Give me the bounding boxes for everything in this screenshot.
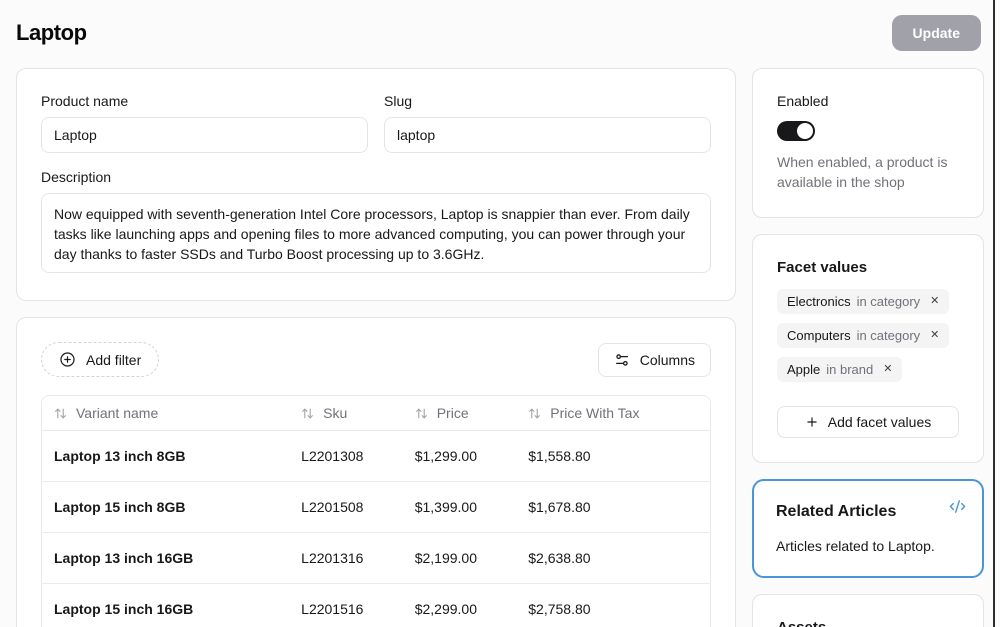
price-with-tax-cell: $2,638.80 bbox=[516, 533, 710, 584]
slug-input[interactable] bbox=[384, 117, 711, 153]
remove-facet-icon[interactable]: ✕ bbox=[883, 364, 892, 375]
sort-header-sku[interactable]: Sku bbox=[301, 405, 391, 421]
product-form-card: Product name Slug Description Now equipp… bbox=[16, 68, 736, 301]
sort-icon bbox=[54, 407, 67, 420]
sidebar: Enabled When enabled, a product is avail… bbox=[752, 68, 984, 627]
facet-chip: Apple in brand ✕ bbox=[777, 357, 902, 382]
product-detail-page: Laptop Update Product name Slug Descript… bbox=[0, 0, 1000, 627]
related-articles-card[interactable]: Related Articles Articles related to Lap… bbox=[752, 479, 984, 578]
facet-values-title: Facet values bbox=[777, 259, 959, 276]
variant-name-cell: Laptop 13 inch 16GB bbox=[42, 533, 289, 584]
sku-cell: L2201308 bbox=[289, 431, 403, 482]
assets-title: Assets bbox=[777, 619, 959, 627]
product-name-input[interactable] bbox=[41, 117, 368, 153]
content-layout: Product name Slug Description Now equipp… bbox=[0, 52, 1000, 627]
enabled-title: Enabled bbox=[777, 93, 959, 109]
slug-label: Slug bbox=[384, 93, 711, 109]
facet-chip-facet: in brand bbox=[826, 362, 873, 377]
variant-name-cell: Laptop 13 inch 8GB bbox=[42, 431, 289, 482]
sort-header-variant-name[interactable]: Variant name bbox=[54, 405, 277, 421]
table-row[interactable]: Laptop 15 inch 16GB L2201516 $2,299.00 $… bbox=[42, 584, 710, 627]
enabled-description: When enabled, a product is available in … bbox=[777, 153, 959, 193]
scrollbar[interactable] bbox=[993, 0, 995, 627]
columns-button[interactable]: Columns bbox=[598, 343, 711, 377]
facet-chip: Electronics in category ✕ bbox=[777, 289, 949, 314]
table-row[interactable]: Laptop 15 inch 8GB L2201508 $1,399.00 $1… bbox=[42, 482, 710, 533]
columns-label: Columns bbox=[640, 352, 695, 368]
enabled-toggle[interactable] bbox=[777, 121, 815, 141]
sku-cell: L2201316 bbox=[289, 533, 403, 584]
product-name-label: Product name bbox=[41, 93, 368, 109]
price-with-tax-cell: $1,558.80 bbox=[516, 431, 710, 482]
remove-facet-icon[interactable]: ✕ bbox=[930, 330, 939, 341]
table-row[interactable]: Laptop 13 inch 16GB L2201316 $2,199.00 $… bbox=[42, 533, 710, 584]
description-input[interactable]: Now equipped with seventh-generation Int… bbox=[41, 193, 711, 273]
variants-card: Add filter Columns Variant name bbox=[16, 317, 736, 627]
code-icon bbox=[949, 498, 966, 515]
table-header-row: Variant name Sku Price Price With Tax bbox=[42, 396, 710, 431]
slug-field: Slug bbox=[384, 93, 711, 153]
columns-settings-icon bbox=[614, 352, 630, 368]
description-label: Description bbox=[41, 169, 711, 185]
variants-toolbar: Add filter Columns bbox=[41, 342, 711, 377]
sort-header-price[interactable]: Price bbox=[415, 405, 505, 421]
add-filter-button[interactable]: Add filter bbox=[41, 342, 159, 377]
variant-name-cell: Laptop 15 inch 8GB bbox=[42, 482, 289, 533]
toggle-knob bbox=[797, 123, 813, 139]
facet-values-card: Facet values Electronics in category ✕ C… bbox=[752, 234, 984, 463]
add-facet-values-label: Add facet values bbox=[828, 414, 932, 430]
facet-chip-value: Computers bbox=[787, 328, 851, 343]
facet-chip-facet: in category bbox=[857, 294, 921, 309]
update-button[interactable]: Update bbox=[892, 15, 981, 51]
enabled-card: Enabled When enabled, a product is avail… bbox=[752, 68, 984, 218]
add-facet-values-button[interactable]: Add facet values bbox=[777, 406, 959, 438]
assets-card: Assets bbox=[752, 594, 984, 627]
sku-cell: L2201508 bbox=[289, 482, 403, 533]
price-cell: $1,399.00 bbox=[403, 482, 517, 533]
add-filter-label: Add filter bbox=[86, 352, 141, 368]
facet-chip-facet: in category bbox=[857, 328, 921, 343]
description-field: Description Now equipped with seventh-ge… bbox=[41, 169, 711, 276]
price-with-tax-cell: $2,758.80 bbox=[516, 584, 710, 627]
remove-facet-icon[interactable]: ✕ bbox=[930, 296, 939, 307]
name-slug-row: Product name Slug bbox=[41, 93, 711, 153]
facet-chip-list: Electronics in category ✕ Computers in c… bbox=[777, 289, 959, 391]
variants-table: Variant name Sku Price Price With Tax La… bbox=[41, 395, 711, 627]
table-row[interactable]: Laptop 13 inch 8GB L2201308 $1,299.00 $1… bbox=[42, 431, 710, 482]
related-articles-title: Related Articles bbox=[776, 503, 960, 521]
plus-icon bbox=[805, 415, 819, 429]
sort-header-price-with-tax[interactable]: Price With Tax bbox=[528, 405, 698, 421]
sort-icon bbox=[415, 407, 428, 420]
price-cell: $2,199.00 bbox=[403, 533, 517, 584]
topbar: Laptop Update bbox=[0, 0, 1000, 52]
facet-chip: Computers in category ✕ bbox=[777, 323, 949, 348]
price-cell: $1,299.00 bbox=[403, 431, 517, 482]
sku-cell: L2201516 bbox=[289, 584, 403, 627]
price-cell: $2,299.00 bbox=[403, 584, 517, 627]
product-name-field: Product name bbox=[41, 93, 368, 153]
sort-icon bbox=[301, 407, 314, 420]
price-with-tax-cell: $1,678.80 bbox=[516, 482, 710, 533]
page-title: Laptop bbox=[16, 20, 87, 46]
facet-chip-value: Electronics bbox=[787, 294, 851, 309]
facet-chip-value: Apple bbox=[787, 362, 820, 377]
related-articles-description: Articles related to Laptop. bbox=[776, 538, 960, 554]
main-column: Product name Slug Description Now equipp… bbox=[16, 68, 736, 627]
sort-icon bbox=[528, 407, 541, 420]
plus-circle-icon bbox=[59, 351, 76, 368]
variant-name-cell: Laptop 15 inch 16GB bbox=[42, 584, 289, 627]
